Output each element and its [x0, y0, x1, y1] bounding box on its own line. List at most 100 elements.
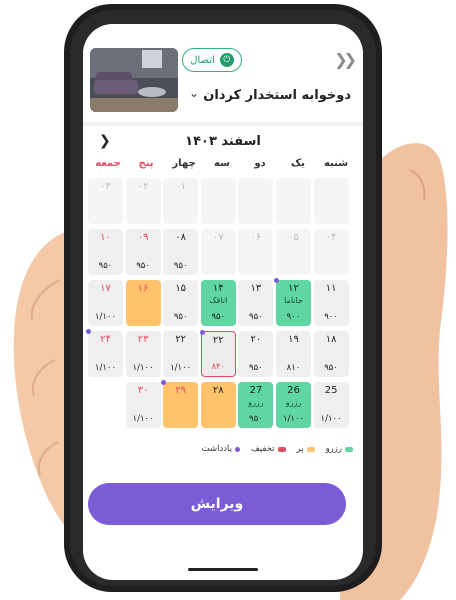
edit-button[interactable]: ویرایش: [88, 483, 346, 525]
calendar-day-cell[interactable]: ۱۳ ۹۵۰: [238, 280, 274, 326]
day-number: ۲۳: [137, 334, 149, 345]
note-dot-icon: [86, 329, 91, 334]
next-month-chevron-icon[interactable]: ❯: [99, 133, 111, 149]
day-price: ۱/۱۰۰: [320, 414, 342, 424]
day-price: ۹۵۰: [211, 312, 226, 322]
day-price: ۹۰۰: [324, 312, 338, 322]
day-price: ۹۵۰: [249, 312, 263, 322]
day-number: ۱۱: [325, 283, 337, 294]
note-dot-icon: [199, 330, 205, 335]
connect-button[interactable]: اتصال ⏻: [182, 48, 242, 72]
day-number: ۱۴: [212, 283, 224, 294]
day-price: ۱/۱۰۰: [94, 363, 117, 373]
day-number: ۱۰: [100, 232, 111, 243]
day-number: ۰۱: [175, 181, 187, 192]
day-number: ۱۸: [325, 334, 337, 345]
legend-item: تخفیف: [251, 444, 286, 454]
month-navigator: ❯ اسفند ۱۴۰۳: [83, 130, 363, 156]
legend-label: رزرو: [325, 444, 342, 454]
calendar-day-cell: [313, 178, 349, 224]
legend-swatch: [234, 446, 240, 452]
day-number: 27: [249, 385, 263, 396]
calendar-day-cell[interactable]: ۰۶: [238, 229, 274, 275]
chevron-down-icon[interactable]: ⌄: [189, 86, 199, 100]
day-price: ۹۵۰: [249, 363, 263, 373]
day-number: ۱۷: [100, 283, 111, 294]
calendar-day-cell[interactable]: ۰۸ ۹۵۰: [163, 229, 199, 275]
day-price: ۹۵۰: [249, 414, 263, 424]
living-room-photo-icon: [90, 48, 178, 112]
legend-label: پر: [296, 444, 304, 454]
calendar-day-cell: [200, 178, 236, 224]
day-number: ۳۰: [137, 385, 149, 396]
calendar-day-cell: [276, 178, 311, 224]
home-indicator: [188, 568, 258, 571]
day-price: ۱/۱۰۰: [94, 312, 117, 322]
weekday-label: پنج: [138, 158, 154, 169]
calendar-day-cell[interactable]: 27 رزرو ۹۵۰: [238, 382, 274, 428]
legend-swatch: [345, 446, 353, 452]
calendar-day-cell[interactable]: 26 رزرو ۱/۱۰۰: [276, 382, 311, 428]
calendar-day-cell[interactable]: ۰۷: [200, 229, 236, 275]
day-number: ۰۴: [325, 232, 337, 243]
listing-title[interactable]: دوخوابه استخدار کردان: [203, 88, 351, 103]
calendar-day-cell[interactable]: ۳۰ ۱/۱۰۰: [125, 382, 161, 428]
calendar-day-cell[interactable]: ۱۷ ۱/۱۰۰: [88, 280, 123, 326]
day-number: ۰۷: [212, 232, 224, 243]
calendar-day-cell[interactable]: ۲۳ ۱/۱۰۰: [125, 331, 161, 377]
day-price: ۱/۱۰۰: [282, 414, 305, 424]
day-number: ۰۶: [250, 232, 262, 243]
day-number: ۲۲: [212, 335, 224, 346]
calendar-day-cell[interactable]: 25 ۱/۱۰۰: [313, 382, 349, 428]
weekday-label: سه: [214, 158, 230, 169]
calendar-day-cell[interactable]: ۲۲ ۸۴۰: [199, 330, 236, 377]
day-price: ۹۵۰: [173, 261, 188, 271]
calendar-day-cell[interactable]: ۱۶: [125, 280, 161, 326]
day-price: ۹۵۰: [98, 261, 113, 271]
calendar-day-cell[interactable]: ۱۰ ۹۵۰: [88, 229, 123, 275]
calendar-day-cell[interactable]: ۱۸ ۹۵۰: [313, 331, 349, 377]
day-number: ۱۶: [137, 283, 149, 294]
day-number: ۱۲: [288, 283, 299, 294]
calendar-day-cell[interactable]: ۰۳: [88, 178, 123, 224]
calendar-day-cell[interactable]: ۱۲ جاناما ۹۰۰: [274, 278, 311, 326]
double-chevron-right-icon[interactable]: ❯❯: [334, 50, 357, 69]
day-number: 26: [287, 385, 300, 396]
calendar-day-cell[interactable]: ۱۵ ۹۵۰: [163, 280, 199, 326]
calendar-day-cell[interactable]: ۰۱: [163, 178, 199, 224]
day-number: ۰۹: [137, 232, 149, 243]
calendar-day-cell[interactable]: ۰۹ ۹۵۰: [125, 229, 161, 275]
calendar-day-cell[interactable]: ۲۸: [200, 382, 236, 428]
legend: رزرو پر تخفیف یادداشت: [97, 442, 353, 456]
calendar-day-cell[interactable]: ۲۰ ۹۵۰: [238, 331, 274, 377]
legend-label: تخفیف: [250, 444, 275, 454]
calendar-day-cell[interactable]: ۲۲ ۱/۱۰۰: [163, 331, 199, 377]
reservation-label: رزرو: [285, 398, 302, 407]
calendar-day-cell[interactable]: ۱۱ ۹۰۰: [313, 280, 349, 326]
day-number: 25: [324, 385, 338, 396]
calendar-day-cell[interactable]: ۰۲: [125, 178, 161, 224]
day-number: ۲۹: [175, 385, 187, 396]
calendar-day-cell[interactable]: ۰۴: [313, 229, 349, 275]
weekday-label: دو: [254, 158, 266, 169]
weekday-label: یک: [291, 158, 305, 169]
day-price: ۸۱۰: [286, 363, 301, 373]
reservation-label: اتاقک: [209, 296, 228, 305]
listing-thumbnail[interactable]: [90, 48, 178, 112]
day-number: ۱۵: [175, 283, 187, 294]
day-price: ۱/۱۰۰: [132, 363, 154, 373]
calendar-day-cell[interactable]: ۲۴ ۱/۱۰۰: [86, 329, 123, 377]
day-price: ۹۵۰: [324, 363, 338, 373]
calendar-day-cell[interactable]: ۱۹ ۸۱۰: [276, 331, 311, 377]
plug-icon: ⏻: [219, 53, 234, 67]
day-number: ۱۹: [288, 334, 299, 345]
day-number: ۰۸: [175, 232, 187, 243]
calendar-day-cell[interactable]: ۰۵: [276, 229, 311, 275]
weekday-label: جمعه: [95, 158, 121, 169]
month-label: اسفند ۱۴۰۳: [185, 134, 261, 149]
reservation-label: جاناما: [284, 296, 303, 305]
day-number: ۲۲: [175, 334, 187, 345]
calendar-day-cell[interactable]: ۱۴ اتاقک ۹۵۰: [200, 280, 236, 326]
reservation-label: رزرو: [248, 398, 264, 407]
calendar-day-cell[interactable]: ۲۹: [161, 380, 199, 428]
